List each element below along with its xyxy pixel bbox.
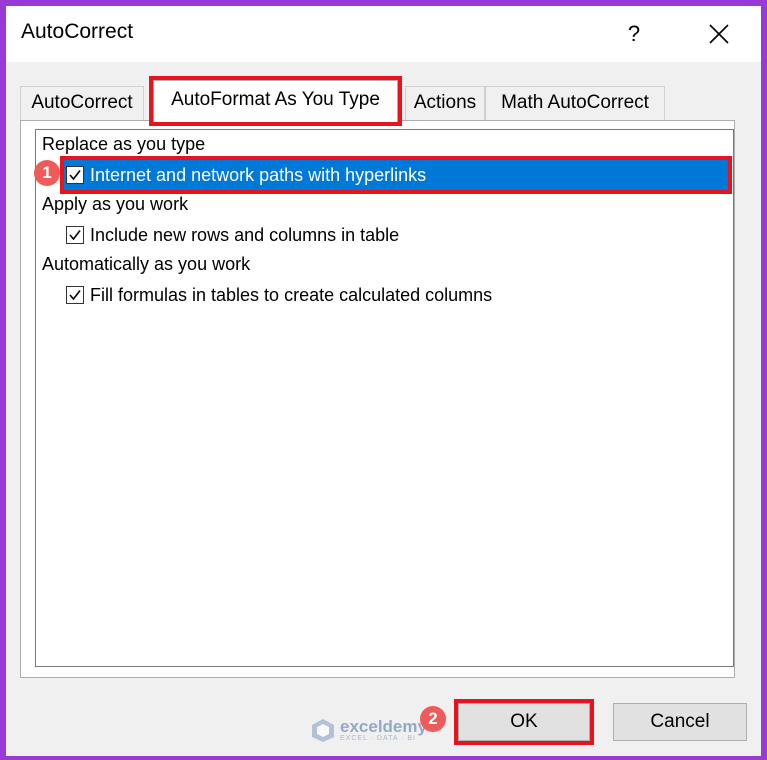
checkbox[interactable] [66,286,84,304]
close-icon [709,24,729,44]
watermark-tagline: EXCEL · DATA · BI [340,735,416,742]
tab-autoformat-as-you-type[interactable]: AutoFormat As You Type [149,76,402,126]
option-label: Fill formulas in tables to create calcul… [90,284,493,305]
step-badge-2: 2 [420,706,446,732]
tab-panel: Replace as you type Internet and network… [20,120,735,678]
section-apply-as-you-work: Apply as you work [42,194,189,214]
section-automatically-as-you-work: Automatically as you work [42,254,251,274]
tab-autocorrect[interactable]: AutoCorrect [20,86,144,120]
section-replace-as-you-type: Replace as you type [42,134,206,154]
autocorrect-dialog: AutoCorrect ? AutoCorrect AutoFormat As … [6,6,761,756]
watermark-name: exceldemy [340,717,427,736]
option-internet-paths-hyperlinks[interactable]: Internet and network paths with hyperlin… [60,156,732,194]
option-fill-formulas[interactable]: Fill formulas in tables to create calcul… [66,280,492,310]
close-button[interactable] [696,14,742,54]
ok-button[interactable]: OK [454,699,594,745]
checkbox[interactable] [66,226,84,244]
title-bar: AutoCorrect ? [6,6,761,62]
cancel-button[interactable]: Cancel [613,703,747,741]
exceldemy-watermark: exceldemy EXCEL · DATA · BI [310,712,427,748]
option-include-new-rows-columns[interactable]: Include new rows and columns in table [66,220,399,250]
tab-math-autocorrect[interactable]: Math AutoCorrect [485,86,665,120]
step-badge-1: 1 [34,160,60,186]
check-icon [69,170,81,181]
tab-actions[interactable]: Actions [405,86,485,120]
checkbox[interactable] [66,166,84,184]
check-icon [69,230,81,241]
option-label: Include new rows and columns in table [90,224,400,245]
check-icon [69,290,81,301]
logo-icon [312,719,334,742]
option-label: Internet and network paths with hyperlin… [90,164,427,185]
help-button[interactable]: ? [616,14,652,54]
dialog-title: AutoCorrect [21,20,134,43]
options-group: Replace as you type Internet and network… [35,129,734,667]
